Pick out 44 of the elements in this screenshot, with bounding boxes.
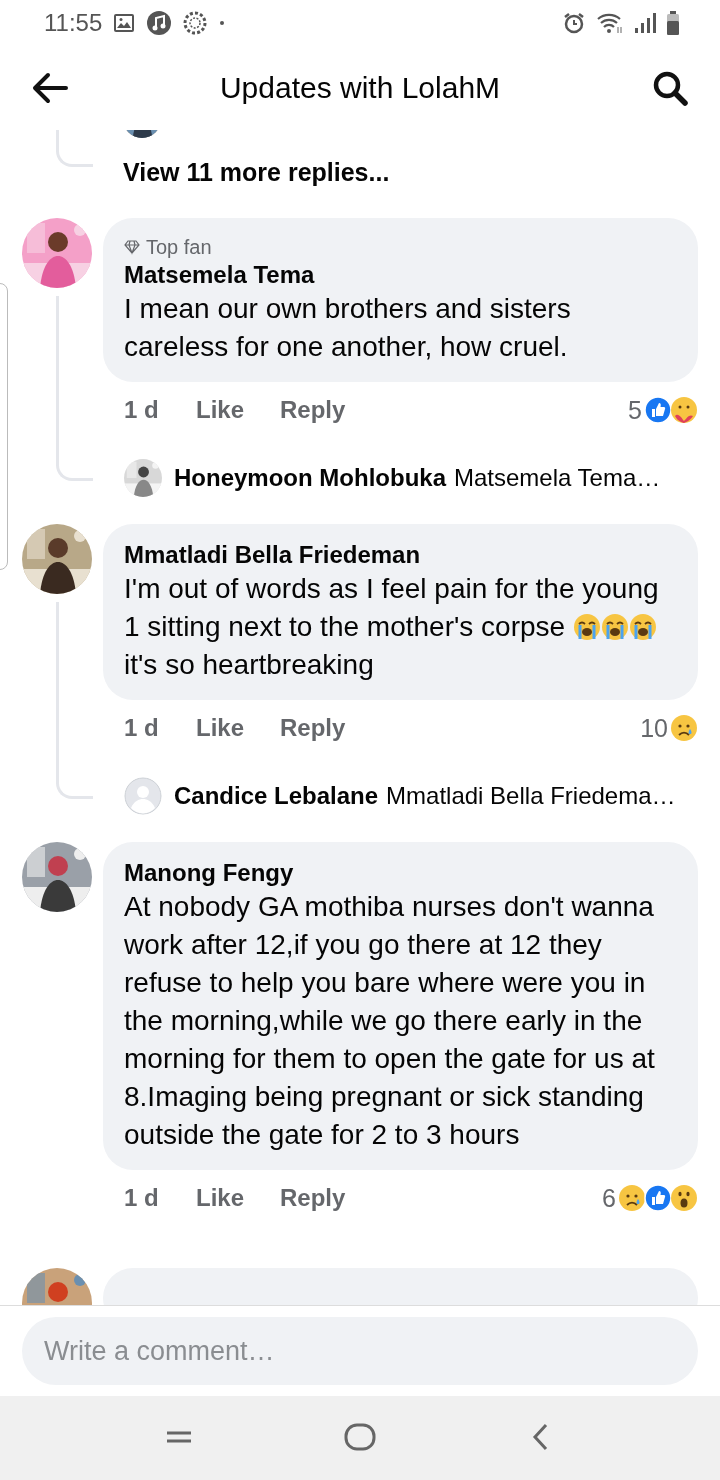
surprised-face-icon (670, 1184, 698, 1212)
comment-text: I'm out of words as I feel pain for the young 1 sitting next to the mother's corpse it's so heartbreaking (124, 572, 660, 682)
view-more-replies-link[interactable]: View 11 more replies... (123, 152, 390, 192)
like-button[interactable]: Like (196, 714, 245, 742)
top-fan-label: Top fan (146, 235, 212, 259)
comment-input-field[interactable]: Write a comment… (22, 1317, 698, 1385)
signal-icon (634, 10, 656, 35)
comment-time: 1 d (124, 1184, 160, 1212)
hugging-face-icon (670, 396, 698, 424)
reply-button[interactable]: Reply (280, 714, 346, 742)
reaction-count[interactable]: 10 (640, 713, 668, 743)
reply-preview: Matsemela Tema… (454, 464, 661, 492)
crying-face-icon (572, 613, 601, 641)
reply-preview: Mmatladi Bella Friedema… (386, 782, 676, 810)
comment-author[interactable]: Manong Fengy (124, 858, 680, 888)
battery-icon (666, 9, 680, 36)
comment-time: 1 d (124, 396, 160, 424)
page-title: Updates with LolahM (218, 70, 502, 105)
thumbs-up-icon (644, 1184, 672, 1212)
reply-button[interactable]: Reply (280, 1184, 346, 1212)
comment-author[interactable]: Matsemela Tema (124, 260, 680, 290)
sad-face-icon (670, 714, 698, 742)
like-button[interactable]: Like (196, 1184, 245, 1212)
comment-author[interactable]: Mmatladi Bella Friedeman (124, 540, 680, 570)
avatar-placeholder-icon (124, 777, 162, 815)
reply-author[interactable]: Candice Lebalane (174, 782, 379, 810)
comment-text: At nobody GA mothiba nurses don't wanna work after 12,if you go there at 12 they refuse to help you bare where were you in the morning,while we go there early in the morning for them to open the gate for us at 8.Imaging being pregnant or sick standing outside the gate for 2 to 3 hours (124, 890, 656, 1152)
crying-face-icon (600, 613, 629, 641)
alarm-icon (562, 10, 586, 35)
comment-text: I mean our own brothers and sisters careless for one another, how cruel. (124, 292, 572, 364)
reaction-count[interactable]: 6 (602, 1183, 616, 1213)
like-button[interactable]: Like (196, 396, 245, 424)
status-time: 11:55 (44, 8, 103, 37)
diamond-icon (124, 239, 140, 255)
reply-button[interactable]: Reply (280, 396, 346, 424)
dot-icon (218, 18, 227, 27)
crying-face-icon (628, 613, 657, 641)
dotted-circle-icon (182, 9, 209, 36)
comment-time: 1 d (124, 714, 160, 742)
music-note-icon (146, 9, 173, 36)
reaction-count[interactable]: 5 (628, 395, 642, 425)
reply-author[interactable]: Honeymoon Mohlobuka (174, 464, 446, 492)
sad-face-icon (618, 1184, 646, 1212)
thumbs-up-icon (644, 396, 672, 424)
